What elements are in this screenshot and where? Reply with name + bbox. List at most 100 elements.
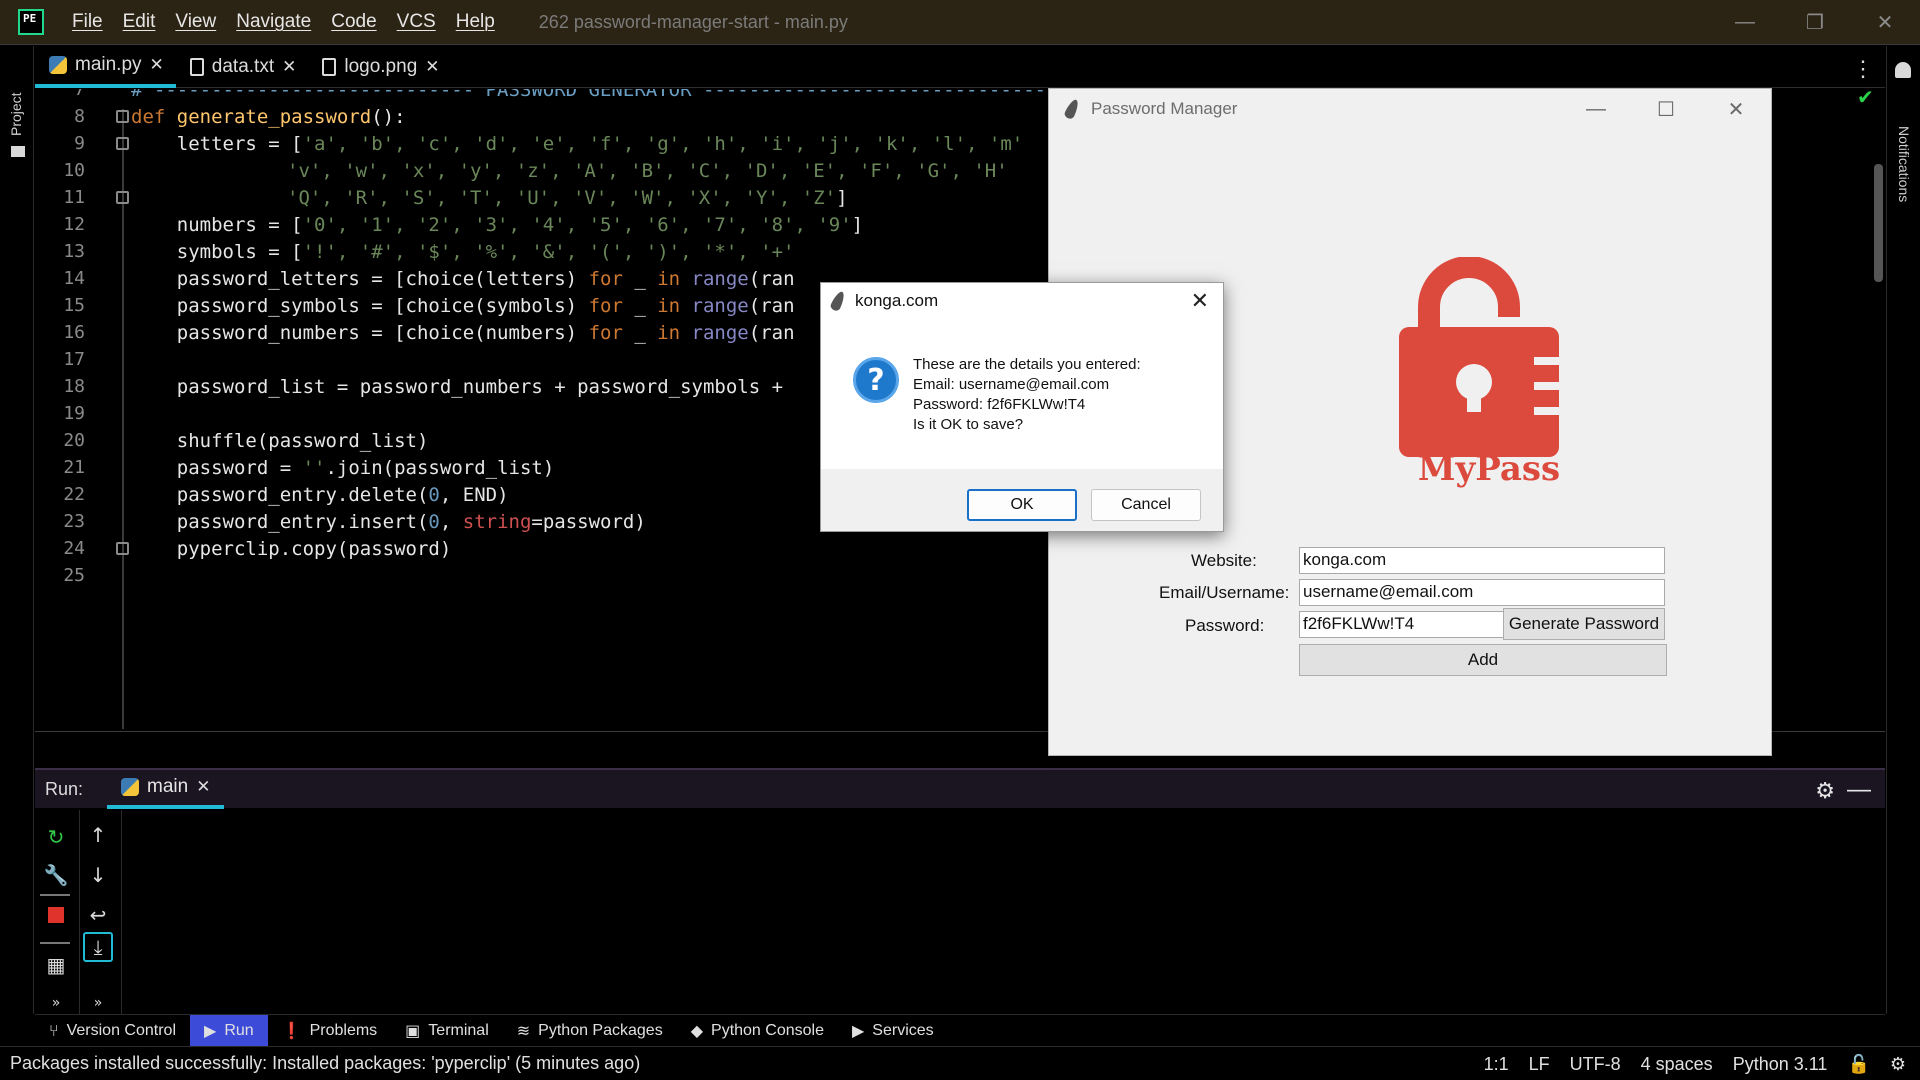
gear-icon[interactable]: ⚙ — [1815, 779, 1835, 804]
arrow-up-icon[interactable]: ↑ — [85, 822, 111, 848]
settings-icon[interactable]: ⚙ — [1890, 1054, 1906, 1075]
indent-setting[interactable]: 4 spaces — [1641, 1054, 1713, 1075]
expand-more-icon[interactable]: » — [43, 990, 69, 1016]
password-input[interactable]: f2f6FKLWw!T4 — [1299, 611, 1507, 638]
expand-more-icon[interactable]: » — [85, 990, 111, 1016]
code-token: _ — [622, 294, 658, 317]
soft-wrap-icon[interactable]: ↩ — [85, 902, 111, 928]
string-literal: '!', '#', '$', '%', '&', '(', ')', '*', … — [302, 240, 795, 263]
pm-minimize-button[interactable]: — — [1561, 89, 1631, 129]
dialog-close-button[interactable]: ✕ — [1191, 288, 1209, 314]
fold-marker-icon[interactable] — [116, 110, 129, 123]
arrow-down-icon[interactable]: ↓ — [85, 862, 111, 888]
code-token: password_entry.insert( — [131, 510, 429, 533]
code-token: , — [439, 510, 463, 533]
toolbar-problems[interactable]: ❗ Problems — [268, 1015, 392, 1047]
toolbar-python-console[interactable]: ◆ Python Console — [677, 1015, 838, 1047]
more-options-icon[interactable]: ⋮ — [1852, 56, 1874, 82]
generate-password-button[interactable]: Generate Password — [1503, 608, 1665, 640]
layers-icon: ≋ — [516, 1021, 531, 1040]
string-literal: '0', '1', '2', '3', '4', '5', '6', '7', … — [302, 213, 852, 236]
tab-main-py[interactable]: main.py ✕ — [35, 46, 176, 88]
run-label: Run: — [45, 778, 84, 799]
toolbar-run[interactable]: ▶ Run — [190, 1014, 268, 1047]
code-text: password_numbers = [choice(numbers) for … — [131, 322, 795, 344]
close-tab-icon[interactable]: ✕ — [282, 57, 296, 77]
minimize-button[interactable]: — — [1710, 0, 1780, 45]
toolbar-services[interactable]: ▶ Services — [838, 1015, 948, 1047]
code-token: password_numbers = [choice(numbers) — [131, 321, 589, 344]
website-input[interactable]: konga.com — [1299, 547, 1665, 574]
editor-scrollbar[interactable] — [1874, 164, 1883, 282]
rerun-icon[interactable]: ↻ — [43, 824, 69, 850]
notifications-tool-tab[interactable]: Notifications — [1896, 126, 1912, 202]
ok-button[interactable]: OK — [967, 489, 1077, 521]
tk-feather-icon — [1063, 97, 1081, 121]
menu-navigate[interactable]: Navigate — [236, 11, 311, 33]
line-number: 13 — [63, 241, 85, 262]
pm-maximize-button[interactable]: ☐ — [1631, 89, 1701, 129]
dialog-footer: OK Cancel — [821, 469, 1223, 531]
code-token: (ran — [748, 321, 795, 344]
file-encoding[interactable]: UTF-8 — [1570, 1054, 1621, 1075]
toolbar-label: Terminal — [428, 1021, 489, 1039]
toolbar-version-control[interactable]: ⑂ Version Control — [35, 1015, 190, 1047]
play-icon: ▶ — [204, 1021, 217, 1040]
menu-view[interactable]: View — [175, 11, 216, 33]
menu-file[interactable]: File — [72, 11, 103, 33]
cancel-button[interactable]: Cancel — [1091, 489, 1201, 521]
menu-code[interactable]: Code — [331, 11, 376, 33]
line-number: 10 — [63, 160, 85, 181]
menu-help[interactable]: Help — [456, 11, 495, 33]
menu-edit[interactable]: Edit — [123, 11, 156, 33]
caret-position[interactable]: 1:1 — [1484, 1054, 1509, 1075]
add-button[interactable]: Add — [1299, 644, 1667, 676]
python-icon — [121, 778, 140, 796]
code-text: def generate_password(): — [131, 106, 406, 128]
scroll-to-end-icon[interactable]: ⤓ — [83, 932, 113, 962]
restore-button[interactable]: ❐ — [1780, 0, 1850, 45]
python-interpreter[interactable]: Python 3.11 — [1733, 1054, 1828, 1075]
lock-icon[interactable]: 🔓 — [1847, 1054, 1869, 1075]
bell-icon[interactable] — [1895, 62, 1911, 78]
email-input[interactable]: username@email.com — [1299, 579, 1665, 606]
run-console[interactable]: ↻ 🔧 ▦ » ↑ ↓ ↩ ⤓ » — [35, 810, 1885, 1014]
code-token: password_symbols = [choice(symbols) — [131, 294, 589, 317]
stop-icon[interactable] — [43, 902, 69, 928]
keyword: for — [588, 321, 623, 344]
close-tab-icon[interactable]: ✕ — [150, 55, 164, 75]
wrench-icon[interactable]: 🔧 — [43, 862, 69, 888]
pm-close-button[interactable]: ✕ — [1701, 89, 1771, 129]
close-tab-icon[interactable]: ✕ — [425, 57, 439, 77]
code-token: (): — [371, 105, 406, 128]
layout-icon[interactable]: ▦ — [43, 952, 69, 978]
keyword: for — [588, 294, 623, 317]
minimize-panel-icon[interactable]: — — [1847, 776, 1871, 804]
toolbar-terminal[interactable]: ▣ Terminal — [391, 1015, 503, 1047]
code-token: (ran — [748, 294, 795, 317]
status-message[interactable]: Packages installed successfully: Install… — [10, 1053, 640, 1074]
menu-vcs[interactable]: VCS — [397, 11, 436, 33]
tab-data-txt[interactable]: data.txt ✕ — [176, 46, 309, 88]
fold-marker-icon[interactable] — [116, 137, 129, 150]
code-token: (ran — [748, 267, 795, 290]
divider — [40, 942, 70, 944]
toolbar-python-packages[interactable]: ≋ Python Packages — [503, 1015, 677, 1047]
pycharm-logo-icon — [18, 9, 44, 35]
line-separator[interactable]: LF — [1529, 1054, 1550, 1075]
dialog-message-line: Password: f2f6FKLWw!T4 — [913, 396, 1086, 413]
fold-marker-icon[interactable] — [116, 191, 129, 204]
fold-marker-icon[interactable] — [116, 542, 129, 555]
line-number: 16 — [63, 322, 85, 343]
project-tool-tab[interactable]: Project — [8, 56, 24, 136]
toolbar-label: Python Console — [711, 1021, 824, 1039]
close-button[interactable]: ✕ — [1850, 0, 1920, 45]
pm-window-controls: — ☐ ✕ — [1561, 89, 1771, 129]
code-token: .join(password_list) — [325, 456, 555, 479]
close-tab-icon[interactable]: ✕ — [196, 777, 210, 797]
tab-logo-png[interactable]: logo.png ✕ — [308, 46, 451, 88]
folder-icon[interactable] — [11, 146, 25, 157]
run-tab-main[interactable]: main ✕ — [107, 769, 225, 809]
string-literal: 'a', 'b', 'c', 'd', 'e', 'f', 'g', 'h', … — [302, 132, 1024, 155]
image-file-icon — [322, 58, 337, 76]
